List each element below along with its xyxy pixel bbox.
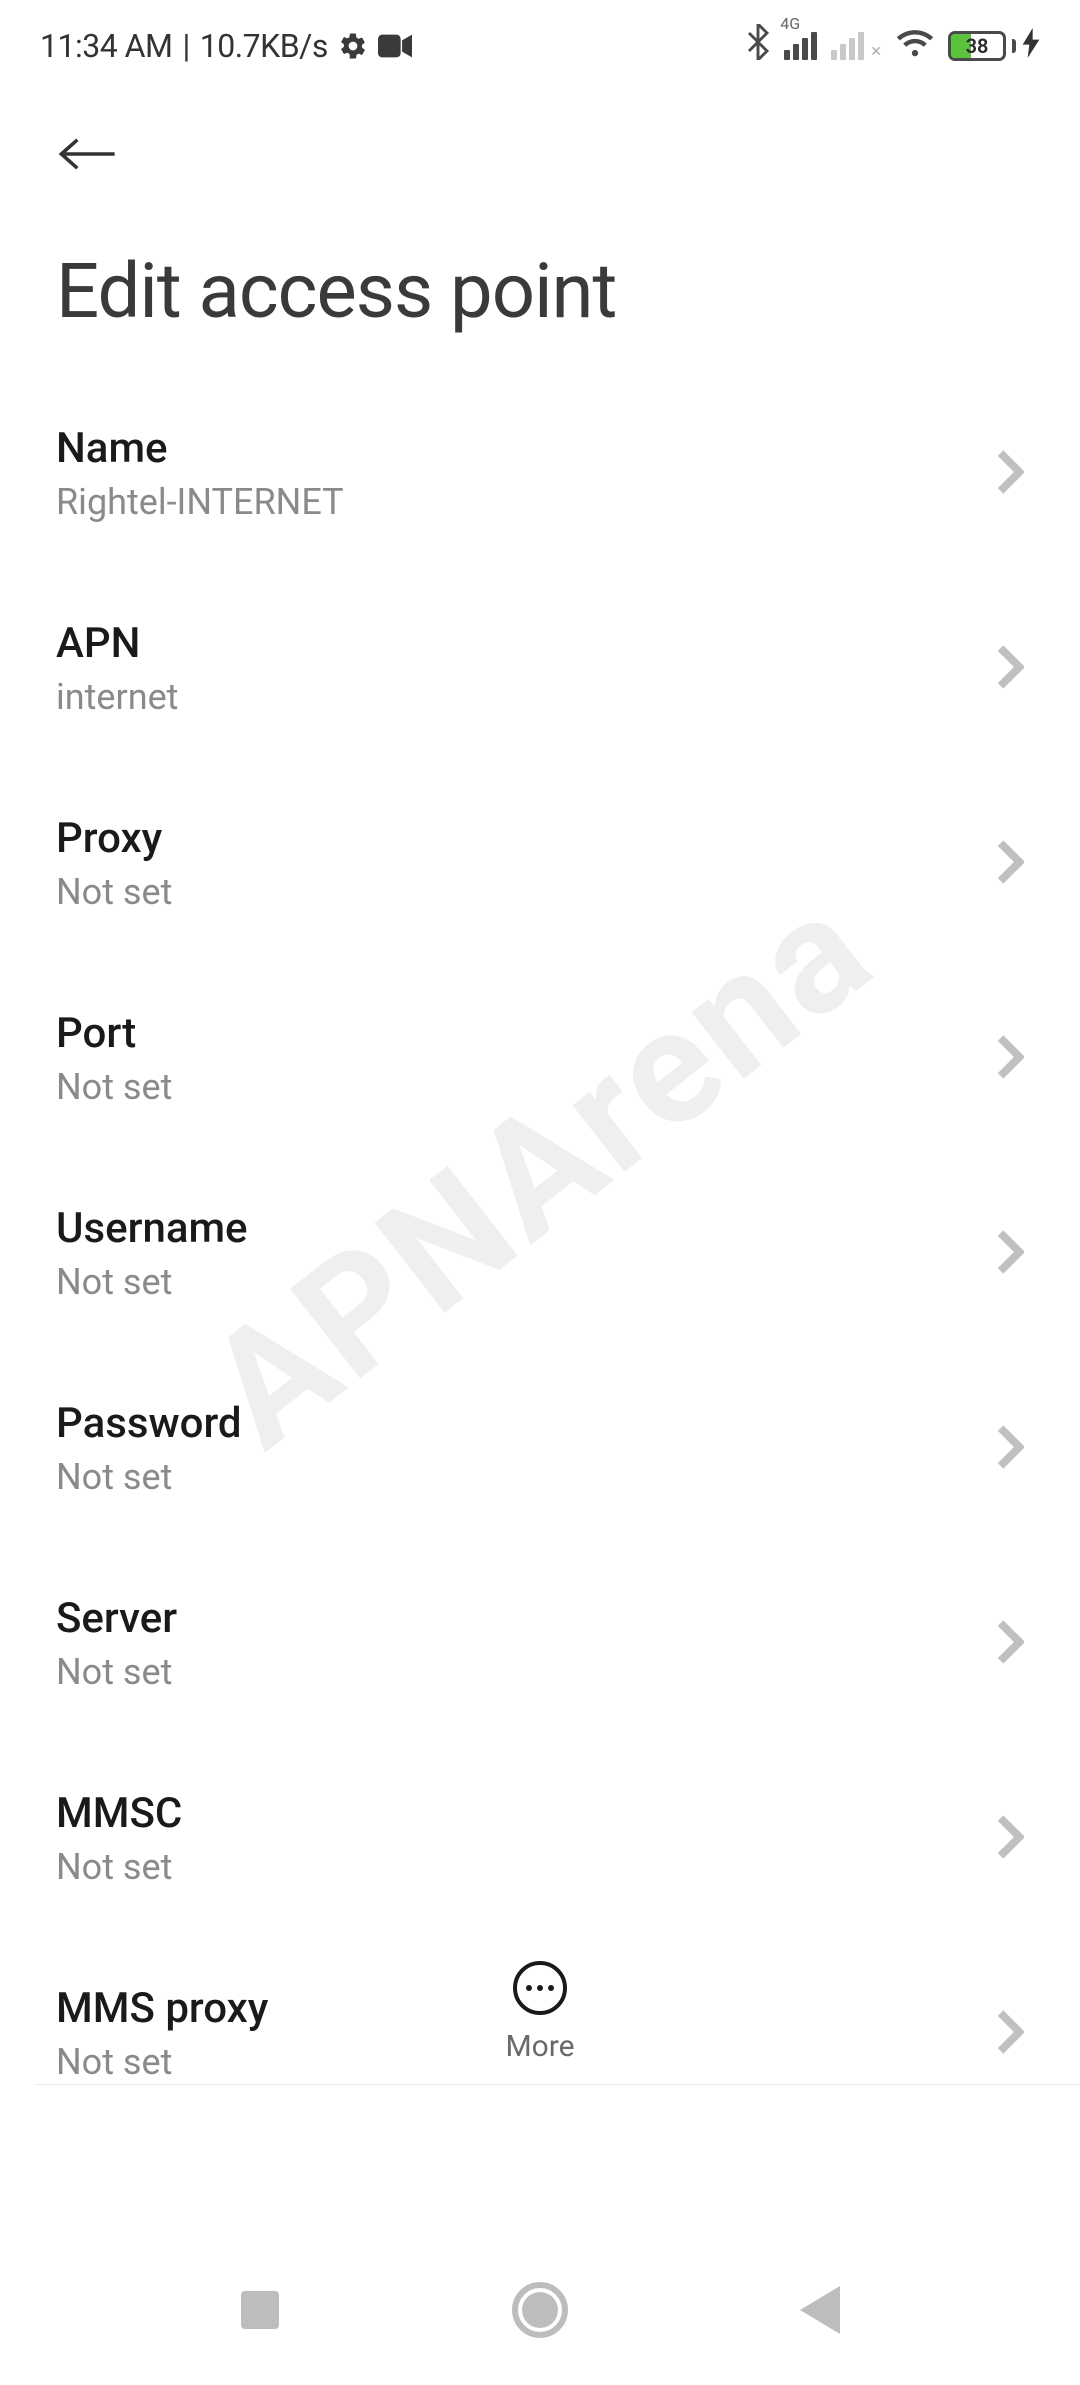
bluetooth-icon — [746, 24, 770, 68]
setting-username[interactable]: Username Not set — [56, 1156, 1024, 1351]
setting-port[interactable]: Port Not set — [56, 961, 1024, 1156]
navigation-bar — [0, 2235, 1080, 2385]
more-icon — [513, 1961, 567, 2015]
setting-value: Not set — [56, 871, 172, 913]
status-left: 11:34 AM | 10.7KB/s — [40, 27, 412, 65]
nav-home-button[interactable] — [500, 2270, 580, 2350]
chevron-right-icon — [996, 450, 1024, 498]
square-icon — [241, 2291, 279, 2329]
chevron-right-icon — [996, 1815, 1024, 1863]
chevron-right-icon — [996, 1035, 1024, 1083]
battery-body-icon: 38 — [948, 31, 1006, 61]
battery-indicator: 38 — [948, 28, 1040, 65]
charging-bolt-icon — [1022, 28, 1040, 65]
nav-back-button[interactable] — [780, 2270, 860, 2350]
setting-label: Username — [56, 1204, 248, 1253]
setting-label: MMSC — [56, 1789, 182, 1838]
chevron-right-icon — [996, 1230, 1024, 1278]
nav-recents-button[interactable] — [220, 2270, 300, 2350]
setting-label: APN — [56, 619, 178, 668]
circle-icon — [512, 2282, 568, 2338]
setting-server[interactable]: Server Not set — [56, 1546, 1024, 1741]
status-separator: | — [182, 27, 189, 65]
signal-x-icon: ✕ — [870, 44, 882, 60]
back-button[interactable] — [56, 122, 120, 186]
battery-percent: 38 — [951, 34, 1003, 58]
setting-name[interactable]: Name Rightel-INTERNET — [56, 376, 1024, 571]
page-title: Edit access point — [0, 186, 1080, 376]
setting-apn[interactable]: APN internet — [56, 571, 1024, 766]
setting-label: Proxy — [56, 814, 172, 863]
status-time: 11:34 AM — [40, 27, 172, 65]
signal-sim1: 4G — [784, 32, 817, 60]
status-right: 4G ✕ 38 — [746, 24, 1040, 68]
setting-value: internet — [56, 676, 178, 718]
signal-sim2: ✕ — [831, 32, 882, 60]
wifi-icon — [896, 27, 934, 65]
setting-value: Not set — [56, 1456, 242, 1498]
gear-icon — [338, 31, 368, 61]
status-bar: 11:34 AM | 10.7KB/s 4G ✕ — [0, 0, 1080, 92]
setting-value: Not set — [56, 1846, 182, 1888]
setting-mmsc[interactable]: MMSC Not set — [56, 1741, 1024, 1936]
setting-value: Not set — [56, 1651, 177, 1693]
signal-bars-icon — [784, 32, 817, 60]
chevron-right-icon — [996, 645, 1024, 693]
more-label: More — [505, 2029, 574, 2064]
setting-label: Port — [56, 1009, 172, 1058]
triangle-left-icon — [800, 2286, 840, 2334]
chevron-right-icon — [996, 1620, 1024, 1668]
setting-value: Not set — [56, 1066, 172, 1108]
setting-label: Password — [56, 1399, 242, 1448]
setting-password[interactable]: Password Not set — [56, 1351, 1024, 1546]
signal-4g-label: 4G — [780, 14, 800, 33]
camera-icon — [378, 34, 412, 58]
setting-value: Not set — [56, 1261, 248, 1303]
chevron-right-icon — [996, 1425, 1024, 1473]
status-net-speed: 10.7KB/s — [200, 27, 328, 65]
setting-label: Server — [56, 1594, 177, 1643]
setting-label: Name — [56, 424, 344, 473]
more-button[interactable]: More — [505, 1961, 574, 2064]
setting-proxy[interactable]: Proxy Not set — [56, 766, 1024, 961]
settings-list: Name Rightel-INTERNET APN internet Proxy… — [0, 376, 1080, 2131]
arrow-left-icon — [56, 134, 120, 174]
signal-bars-off-icon — [831, 32, 864, 60]
nav-divider — [36, 2084, 1080, 2085]
setting-value: Rightel-INTERNET — [56, 481, 344, 523]
chevron-right-icon — [996, 840, 1024, 888]
